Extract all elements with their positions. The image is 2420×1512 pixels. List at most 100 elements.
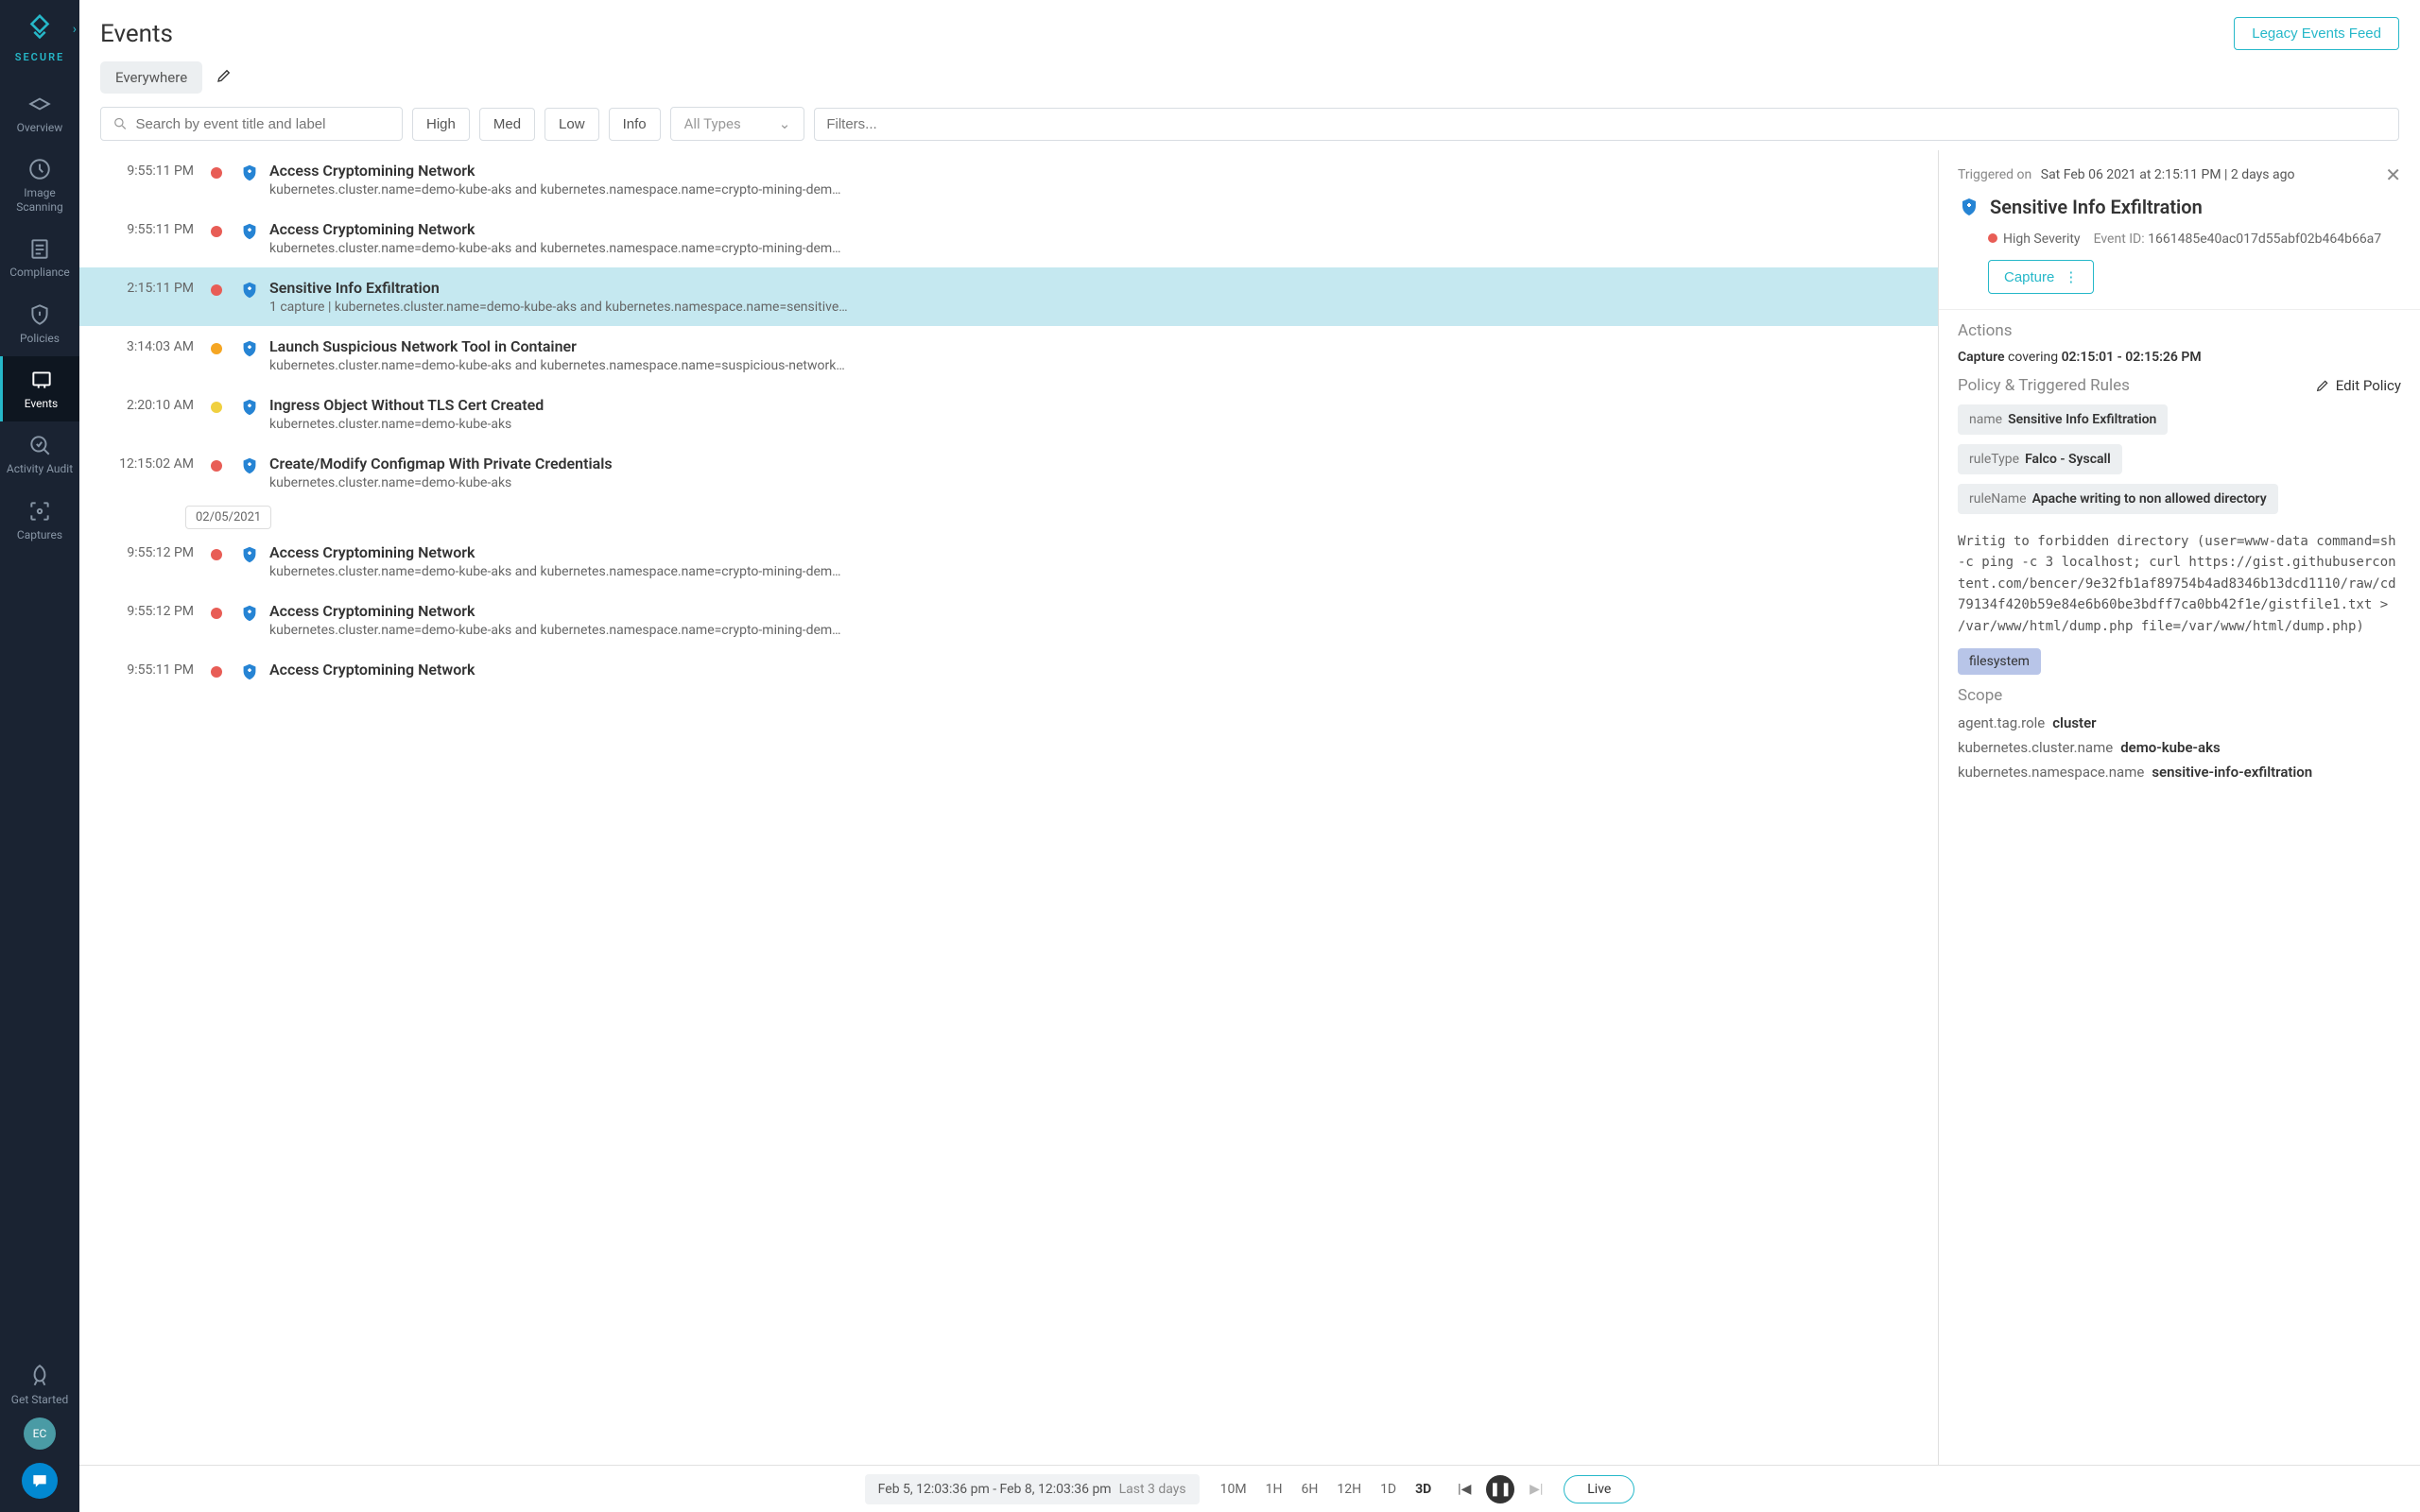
search-input[interactable] <box>100 107 403 141</box>
event-subtitle: kubernetes.cluster.name=demo-kube-aks <box>269 417 1917 432</box>
pause-icon[interactable]: ❚❚ <box>1486 1475 1514 1503</box>
event-list[interactable]: 9:55:11 PM Access Cryptomining Network k… <box>79 150 1938 1512</box>
event-row[interactable]: 12:15:02 AM Create/Modify Configmap With… <box>79 443 1938 502</box>
sidebar-item-label: Overview <box>17 121 63 134</box>
legacy-events-button[interactable]: Legacy Events Feed <box>2234 17 2399 50</box>
sidebar-item-activity-audit[interactable]: Activity Audit <box>0 421 79 487</box>
rule-detail: Writig to forbidden directory (user=www-… <box>1958 531 2401 637</box>
event-title: Access Cryptomining Network <box>269 162 1917 180</box>
severity-high-button[interactable]: High <box>412 108 470 141</box>
shield-icon <box>239 603 260 624</box>
event-title: Launch Suspicious Network Tool in Contai… <box>269 337 1917 355</box>
header: Events Legacy Events Feed <box>79 0 2420 61</box>
sidebar-item-events[interactable]: Events <box>0 356 79 421</box>
scope-line: kubernetes.cluster.namedemo-kube-aks <box>1958 739 2401 756</box>
time-preset-1H[interactable]: 1H <box>1260 1478 1288 1501</box>
types-select[interactable]: All Types ⌄ <box>670 107 805 141</box>
sidebar-item-captures[interactable]: Captures <box>0 488 79 553</box>
shield-icon <box>239 397 260 418</box>
sidebar-item-image-scanning[interactable]: Image Scanning <box>0 146 79 225</box>
sidebar-item-compliance[interactable]: Compliance <box>0 225 79 290</box>
filters-input[interactable] <box>814 108 2399 141</box>
event-subtitle: kubernetes.cluster.name=demo-kube-aks an… <box>269 358 1917 373</box>
sidebar-item-policies[interactable]: Policies <box>0 291 79 356</box>
scope-row: Everywhere <box>79 61 2420 107</box>
shield-icon <box>239 163 260 183</box>
sidebar-item-label: Captures <box>17 528 62 541</box>
rule-chip: ruleNameApache writing to non allowed di… <box>1958 484 2278 514</box>
event-row[interactable]: 9:55:11 PM Access Cryptomining Network k… <box>79 150 1938 209</box>
event-row[interactable]: 2:20:10 AM Ingress Object Without TLS Ce… <box>79 385 1938 443</box>
event-row[interactable]: 9:55:11 PM Access Cryptomining Network <box>79 649 1938 694</box>
sidebar-item-overview[interactable]: Overview <box>0 80 79 146</box>
severity-dot <box>211 284 222 296</box>
event-time: 9:55:11 PM <box>104 220 194 237</box>
live-button[interactable]: Live <box>1564 1475 1634 1503</box>
brand-name: SECURE <box>15 51 65 63</box>
rule-chip: ruleTypeFalco - Syscall <box>1958 444 2122 474</box>
event-subtitle: kubernetes.cluster.name=demo-kube-aks <box>269 475 1917 490</box>
main: Events Legacy Events Feed Everywhere Hig… <box>79 0 2420 1512</box>
event-id: Event ID: 1661485e40ac017d55abf02b464b66… <box>2094 232 2382 247</box>
scope-line: kubernetes.namespace.namesensitive-info-… <box>1958 764 2401 781</box>
pencil-icon[interactable] <box>216 67 233 88</box>
shield-icon <box>239 338 260 359</box>
sidebar-item-get-started[interactable]: Get Started <box>0 1352 79 1418</box>
date-divider: 02/05/2021 <box>185 509 1938 524</box>
time-preset-3D[interactable]: 3D <box>1409 1478 1437 1501</box>
capture-button[interactable]: Capture ⋮ <box>1988 260 2094 294</box>
event-subtitle: kubernetes.cluster.name=demo-kube-aks an… <box>269 241 1917 256</box>
time-preset-10M[interactable]: 10M <box>1215 1478 1253 1501</box>
close-icon[interactable]: ✕ <box>2385 163 2401 186</box>
time-preset-1D[interactable]: 1D <box>1374 1478 1402 1501</box>
avatar[interactable]: EC <box>24 1418 56 1450</box>
severity-low-button[interactable]: Low <box>544 108 599 141</box>
scope-chip[interactable]: Everywhere <box>100 61 202 94</box>
time-presets: 10M 1H 6H 12H 1D 3D <box>1215 1478 1438 1501</box>
action-line: Capture covering 02:15:01 - 02:15:26 PM <box>1958 350 2401 365</box>
severity-dot <box>211 343 222 354</box>
event-row[interactable]: 9:55:12 PM Access Cryptomining Network k… <box>79 591 1938 649</box>
event-row[interactable]: 2:15:11 PM Sensitive Info Exfiltration 1… <box>79 267 1938 326</box>
event-title: Access Cryptomining Network <box>269 661 1917 679</box>
severity-info-button[interactable]: Info <box>609 108 661 141</box>
event-title: Access Cryptomining Network <box>269 602 1917 620</box>
chat-button[interactable] <box>22 1463 58 1499</box>
search-icon <box>112 115 129 132</box>
time-range[interactable]: Feb 5, 12:03:36 pm - Feb 8, 12:03:36 pm … <box>865 1474 1200 1504</box>
content: 9:55:11 PM Access Cryptomining Network k… <box>79 150 2420 1512</box>
skip-back-icon[interactable]: |◀ <box>1452 1477 1477 1502</box>
shield-icon <box>239 544 260 565</box>
scope-heading: Scope <box>1958 686 2401 705</box>
severity-dot <box>211 608 222 619</box>
shield-icon <box>239 221 260 242</box>
time-preset-12H[interactable]: 12H <box>1331 1478 1367 1501</box>
triggered-label: Triggered on <box>1958 167 2031 182</box>
sidebar-item-label: Activity Audit <box>7 462 73 475</box>
sidebar-item-label: Events <box>25 397 59 410</box>
search-field[interactable] <box>136 116 391 132</box>
severity-med-button[interactable]: Med <box>479 108 535 141</box>
event-subtitle: kubernetes.cluster.name=demo-kube-aks an… <box>269 623 1917 638</box>
severity-dot <box>211 460 222 472</box>
edit-policy-button[interactable]: Edit Policy <box>2315 377 2401 394</box>
scope-line: agent.tag.rolecluster <box>1958 714 2401 731</box>
event-row[interactable]: 3:14:03 AM Launch Suspicious Network Too… <box>79 326 1938 385</box>
time-preset-6H[interactable]: 6H <box>1295 1478 1323 1501</box>
event-row[interactable]: 9:55:11 PM Access Cryptomining Network k… <box>79 209 1938 267</box>
event-subtitle: kubernetes.cluster.name=demo-kube-aks an… <box>269 564 1917 579</box>
skip-forward-icon[interactable]: ▶| <box>1524 1477 1548 1502</box>
event-time: 2:20:10 AM <box>104 396 194 413</box>
event-title: Ingress Object Without TLS Cert Created <box>269 396 1917 414</box>
chevron-right-icon: › <box>73 22 77 37</box>
policy-heading: Policy & Triggered Rules Edit Policy <box>1958 376 2401 395</box>
tag-filesystem[interactable]: filesystem <box>1958 648 2041 675</box>
severity-badge: High Severity <box>1988 232 2081 247</box>
filter-row: High Med Low Info All Types ⌄ <box>79 107 2420 150</box>
detail-panel: Triggered on Sat Feb 06 2021 at 2:15:11 … <box>1938 150 2420 1512</box>
triggered-value: Sat Feb 06 2021 at 2:15:11 PM | 2 days a… <box>2041 167 2295 182</box>
sidebar: › SECURE Overview Image Scanning Complia… <box>0 0 79 1512</box>
brand-logo[interactable]: › <box>22 11 58 47</box>
event-row[interactable]: 9:55:12 PM Access Cryptomining Network k… <box>79 532 1938 591</box>
shield-icon <box>239 455 260 476</box>
